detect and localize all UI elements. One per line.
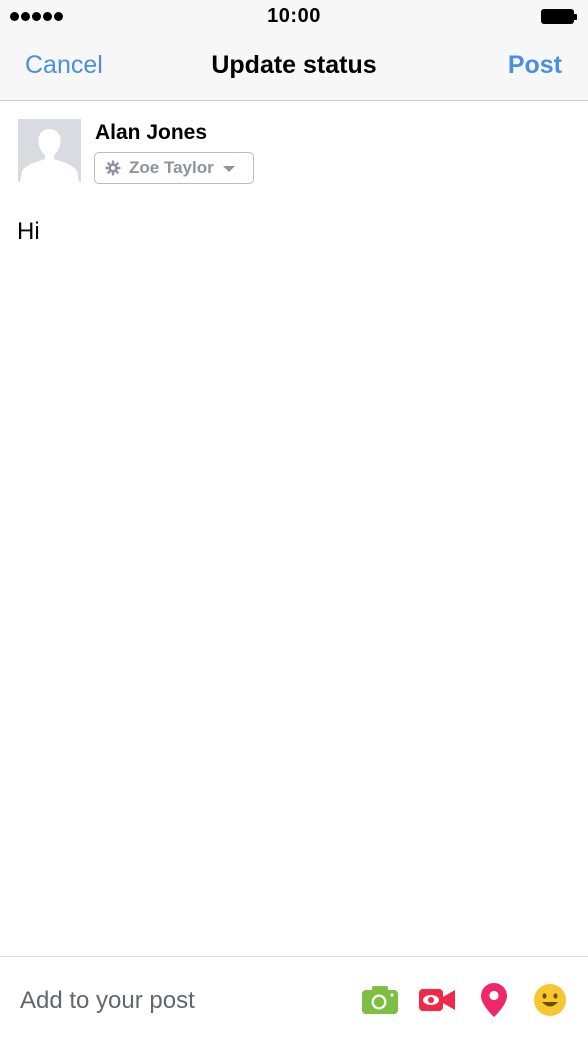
camera-icon	[362, 986, 398, 1014]
add-photo-button[interactable]	[362, 984, 398, 1016]
video-icon	[419, 989, 455, 1011]
status-time: 10:00	[267, 5, 321, 27]
smiley-icon	[534, 984, 566, 1016]
battery-icon	[541, 9, 577, 24]
author-name: Alan Jones	[95, 121, 208, 144]
audience-selector[interactable]: Zoe Taylor	[94, 152, 254, 184]
post-button[interactable]: Post	[508, 51, 562, 80]
default-person-icon	[18, 119, 81, 182]
location-pin-icon	[481, 983, 507, 1017]
avatar[interactable]	[18, 119, 81, 182]
add-to-post-bar: Add to your post	[0, 956, 588, 1045]
status-bar: 10:00	[0, 0, 588, 34]
composer-header: Alan Jones Zoe Taylor	[18, 119, 570, 185]
navigation-bar: Cancel Update status Post	[0, 34, 588, 101]
add-to-post-label: Add to your post	[20, 987, 195, 1014]
chevron-down-icon	[222, 166, 235, 172]
feeling-button[interactable]	[532, 984, 568, 1016]
check-in-button[interactable]	[476, 983, 512, 1017]
add-video-button[interactable]	[419, 984, 455, 1016]
audience-label: Zoe Taylor	[129, 158, 214, 177]
post-text-input[interactable]: Hi	[17, 218, 572, 938]
cancel-button[interactable]: Cancel	[25, 51, 103, 80]
gear-icon	[105, 160, 121, 176]
